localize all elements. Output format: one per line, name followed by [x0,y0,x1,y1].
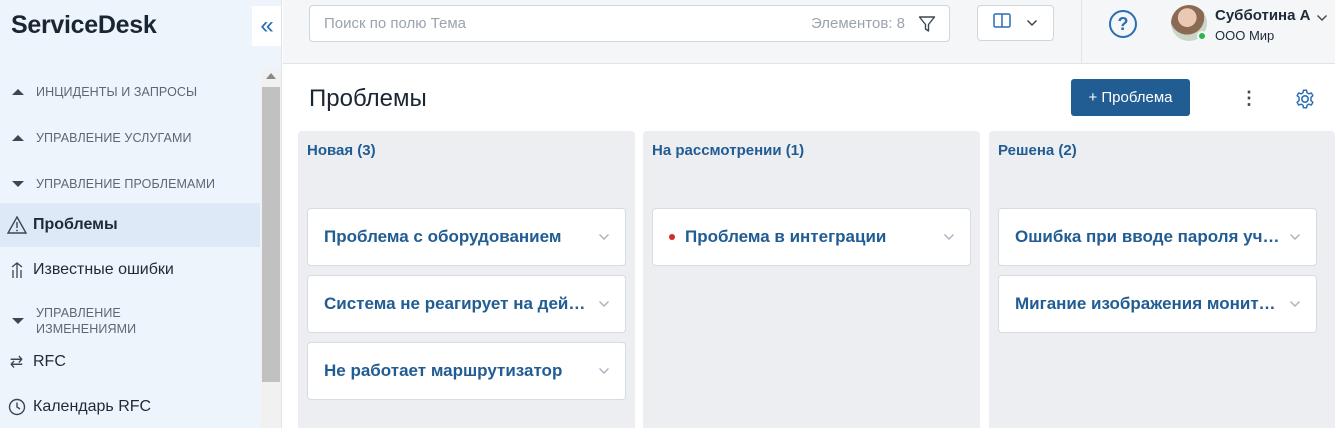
collapse-sidebar-button[interactable]: « [252,6,281,46]
help-button[interactable]: ? [1109,10,1137,38]
chevron-down-icon[interactable] [597,230,611,244]
card-title: Проблема с оборудованием [324,227,562,246]
chevron-down-icon[interactable] [1288,230,1302,244]
problem-card[interactable]: Не работает маршрутизатор [307,342,626,400]
add-problem-button[interactable]: + Проблема [1071,79,1190,116]
search-input[interactable] [324,15,811,32]
clock-icon [0,398,33,416]
chevron-down-icon [1026,14,1038,32]
search-box[interactable]: Элементов: 8 [309,5,950,42]
sidebar: ServiceDesk « ИНЦИДЕНТЫ И ЗАПРОСЫ УПРАВЛ… [0,0,282,428]
problem-card[interactable]: Мигание изображения монитора [998,275,1317,333]
sidebar-section-label: УПРАВЛЕНИЕ ИЗМЕНЕНИЯМИ [36,306,137,336]
expanded-arrow-icon [0,181,36,187]
board-column-resolved: Решена (2) Ошибка при вводе пароля учетн… [989,131,1335,428]
double-chevron-left-icon: « [260,12,274,39]
problem-card[interactable]: Ошибка при вводе пароля учетной записи [998,208,1317,266]
question-mark-icon: ? [1117,13,1129,34]
brand-logo: ServiceDesk [11,11,157,39]
sidebar-section-changes[interactable]: УПРАВЛЕНИЕ ИЗМЕНЕНИЯМИ [0,303,260,339]
chevron-down-icon [1316,9,1328,27]
sidebar-section-label: УПРАВЛЕНИЕ УСЛУГАМИ [36,131,192,145]
items-count: Элементов: 8 [810,15,905,32]
sidebar-item-label: Проблемы [33,216,118,233]
sidebar-item-label: RFC [33,353,66,370]
columns-view-icon [993,13,1011,33]
sidebar-item-rfc[interactable]: ⇄ RFC [0,340,260,384]
chevron-down-icon[interactable] [1288,297,1302,311]
gear-icon[interactable] [1294,88,1316,110]
sidebar-item-label: Календарь RFC [33,398,152,415]
warning-triangle-icon [0,216,33,234]
sidebar-section-label: УПРАВЛЕНИЕ ПРОБЛЕМАМИ [36,177,216,191]
user-menu[interactable]: Субботина А ООО Мир [1171,5,1335,45]
chevron-down-icon[interactable] [597,364,611,378]
filter-icon[interactable] [917,14,937,34]
problem-card[interactable]: Проблема в интеграции [652,208,971,266]
sidebar-section-problems[interactable]: УПРАВЛЕНИЕ ПРОБЛЕМАМИ [0,170,260,198]
problem-card[interactable]: Система не реагирует на действия [307,275,626,333]
sidebar-item-rfc-calendar[interactable]: Календарь RFC [0,385,260,428]
column-title: На рассмотрении (1) [652,142,805,159]
sidebar-item-known-errors[interactable]: Известные ошибки [0,248,260,292]
topbar-divider [1081,0,1082,64]
card-title: Проблема в интеграции [685,227,887,246]
sidebar-section-label: ИНЦИДЕНТЫ И ЗАПРОСЫ [36,85,198,99]
collapsed-arrow-icon [0,89,36,95]
card-title: Ошибка при вводе пароля учетной записи [1015,227,1280,246]
card-title: Система не реагирует на действия [324,294,589,313]
view-mode-button[interactable] [977,5,1054,41]
sidebar-item-label: Известные ошибки [33,261,174,278]
board-column-review: На рассмотрении (1) Проблема в интеграци… [643,131,980,428]
user-organization: ООО Мир [1215,28,1275,43]
priority-flag-dot [669,234,675,240]
known-errors-icon [0,261,33,279]
column-title: Новая (3) [307,142,376,159]
sidebar-item-problems[interactable]: Проблемы [0,203,260,247]
expanded-arrow-icon [0,318,36,324]
chevron-down-icon[interactable] [942,230,956,244]
online-status-dot [1197,31,1207,41]
problem-card[interactable]: Проблема с оборудованием [307,208,626,266]
collapsed-arrow-icon [0,135,36,141]
scroll-up-arrow-icon[interactable] [266,73,276,79]
topbar: Элементов: 8 ? Субботина А ООО Мир [283,0,1335,64]
page-title: Проблемы [309,85,427,112]
sidebar-section-services[interactable]: УПРАВЛЕНИЕ УСЛУГАМИ [0,124,260,152]
swap-arrows-icon: ⇄ [9,354,24,371]
more-options-icon[interactable]: ⋮ [1238,86,1260,110]
sidebar-section-incidents[interactable]: ИНЦИДЕНТЫ И ЗАПРОСЫ [0,78,260,106]
card-title: Не работает маршрутизатор [324,361,563,380]
card-title: Мигание изображения монитора [1015,294,1280,313]
chevron-down-icon[interactable] [597,297,611,311]
sidebar-scrollbar[interactable] [261,69,281,428]
user-name: Субботина А [1215,7,1311,24]
column-title: Решена (2) [998,142,1077,159]
board-column-new: Новая (3) Проблема с оборудованием Систе… [298,131,635,428]
scrollbar-thumb[interactable] [262,87,280,382]
